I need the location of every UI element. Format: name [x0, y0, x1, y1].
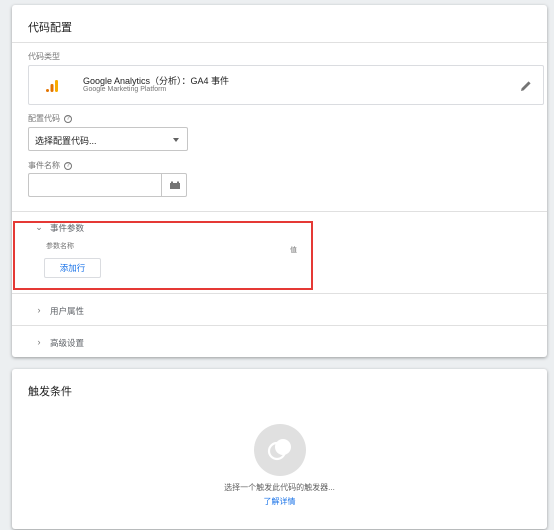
config-tag-select[interactable]: 选择配置代码... — [28, 127, 188, 151]
tag-type-selector[interactable]: Google Analytics（分析）：GA4 事件 Google Marke… — [28, 65, 544, 105]
param-value-column-header: 值 — [290, 247, 297, 254]
tag-configuration-title: 代码配置 — [28, 22, 72, 34]
tag-configuration-card: 代码配置 代码类型 Google Analytics（分析）：GA4 事件 Go… — [12, 5, 547, 357]
chevron-right-icon: › — [37, 305, 41, 315]
trigger-circles-icon — [267, 439, 291, 461]
section-divider — [12, 325, 547, 326]
tag-type-subtitle: Google Marketing Platform — [83, 86, 167, 93]
dropdown-arrow-icon — [173, 138, 179, 142]
add-row-button[interactable]: 添加行 — [44, 258, 101, 278]
event-name-label: 事件名称? — [28, 160, 72, 171]
event-params-label: 事件参数 — [50, 223, 85, 233]
event-name-input[interactable] — [28, 173, 161, 197]
event-name-label-text: 事件名称 — [28, 161, 60, 170]
trigger-hint-text: 选择一个触发此代码的触发器... — [224, 483, 335, 492]
pencil-icon[interactable] — [519, 79, 533, 93]
variable-brick-icon — [170, 181, 180, 189]
chevron-down-icon: ⌄ — [35, 222, 43, 232]
learn-more-link[interactable]: 了解详情 — [12, 496, 547, 507]
config-tag-select-value: 选择配置代码... — [35, 136, 97, 146]
advanced-settings-label: 高级设置 — [50, 338, 85, 348]
google-analytics-icon — [46, 80, 58, 92]
user-properties-label: 用户属性 — [50, 306, 85, 316]
help-icon[interactable]: ? — [64, 114, 72, 123]
event-params-section-toggle[interactable]: ⌄ 事件参数 — [12, 213, 547, 243]
section-divider — [12, 293, 547, 294]
title-divider — [12, 42, 547, 43]
trigger-placeholder[interactable] — [254, 424, 306, 476]
config-tag-label: 配置代码? — [28, 113, 72, 124]
variable-picker-button[interactable] — [161, 173, 187, 197]
tag-type-label: 代码类型 — [28, 52, 60, 61]
param-name-column-header: 参数名称 — [46, 243, 74, 250]
help-icon[interactable]: ? — [64, 161, 72, 170]
chevron-right-icon: › — [37, 337, 41, 347]
section-divider — [12, 211, 547, 212]
config-tag-label-text: 配置代码 — [28, 114, 60, 123]
user-properties-section-toggle[interactable]: › 用户属性 — [12, 296, 547, 326]
triggering-title: 触发条件 — [28, 386, 72, 398]
advanced-settings-section-toggle[interactable]: › 高级设置 — [12, 328, 547, 358]
triggering-card[interactable]: 触发条件 选择一个触发此代码的触发器... 了解详情 — [12, 369, 547, 529]
